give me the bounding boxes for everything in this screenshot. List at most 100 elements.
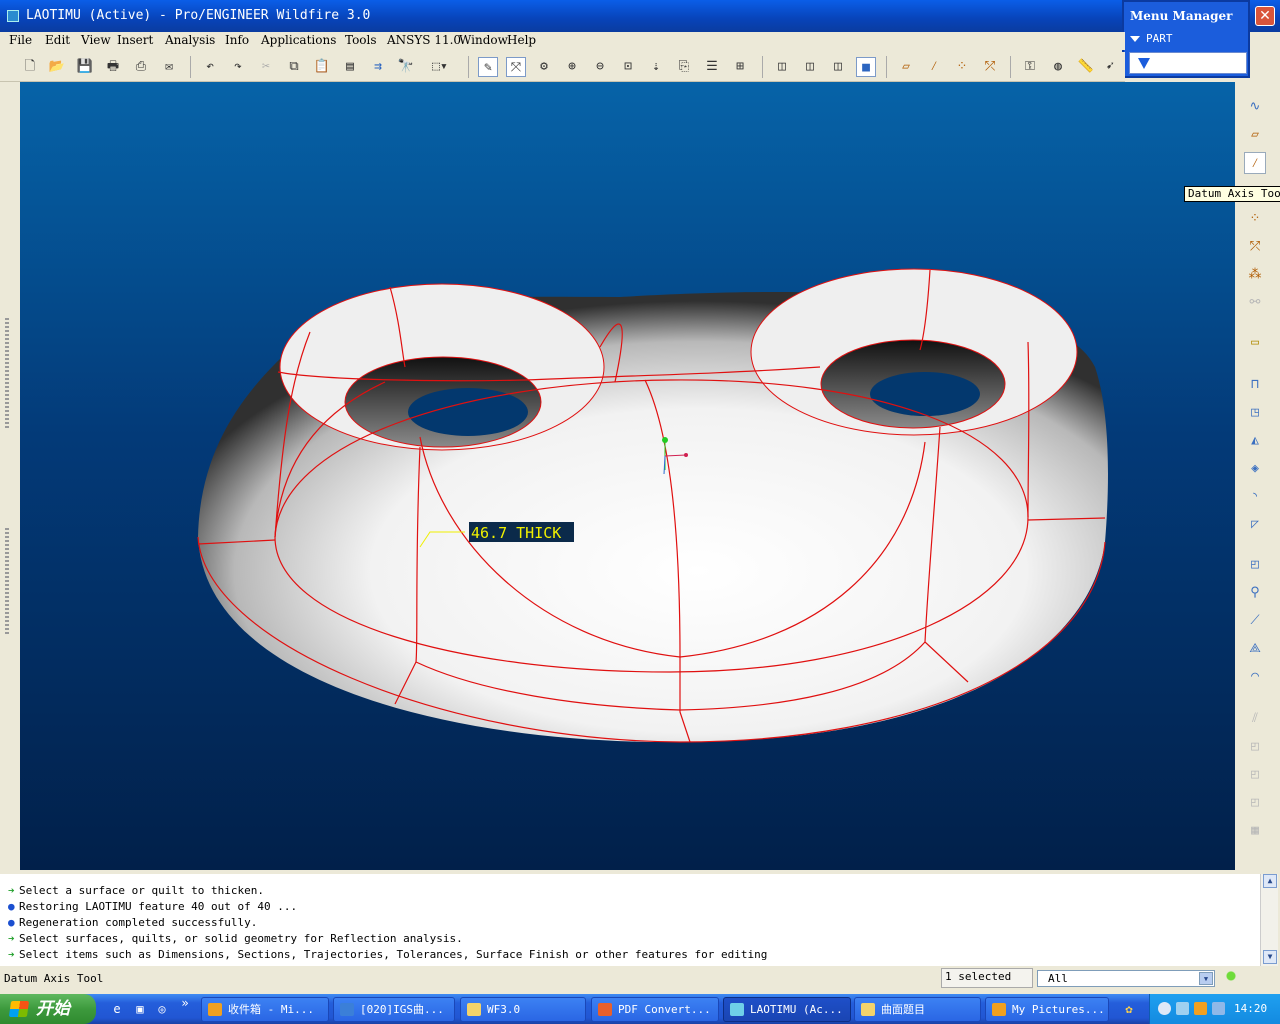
cut-icon[interactable]: ✂ — [256, 57, 276, 77]
taskbar-item-pdf[interactable]: PDF Convert... — [591, 997, 719, 1022]
merge-icon[interactable]: ◰ — [1244, 736, 1266, 758]
taskbar-item-igs[interactable]: [020]IGS曲... — [333, 997, 455, 1022]
window-title: LAOTIMU (Active) - Pro/ENGINEER Wildfire… — [26, 8, 371, 23]
taskbar-item-laotimu[interactable]: LAOTIMU (Ac... — [723, 997, 851, 1022]
datum-plane-icon[interactable]: ▱ — [1244, 124, 1266, 146]
thick-annotation[interactable]: 46.7 THICK — [471, 524, 561, 542]
menu-manager-empty-box[interactable] — [1129, 52, 1247, 74]
pointer-icon[interactable]: ➹ — [1100, 57, 1120, 77]
trim-icon[interactable]: ◰ — [1244, 764, 1266, 786]
print-icon[interactable]: 🖶 — [103, 57, 123, 77]
zoom-in-icon[interactable]: ⊕ — [562, 57, 582, 77]
input-method-icon[interactable]: ✿ — [1120, 1000, 1138, 1018]
model-tree-icon[interactable]: ⊞ — [730, 57, 750, 77]
offset-icon[interactable]: ▦ — [1244, 820, 1266, 842]
menu-manager-part-item[interactable]: PART — [1130, 32, 1173, 45]
analysis-icon[interactable]: ◍ — [1048, 57, 1068, 77]
menu-view[interactable]: View — [81, 33, 111, 47]
open-icon[interactable]: 📂 — [47, 57, 67, 77]
model-check-icon[interactable]: ⚿ — [1020, 57, 1040, 77]
close-button[interactable]: ✕ — [1255, 6, 1275, 26]
repaint-icon[interactable]: ✎ — [478, 57, 498, 77]
graphics-viewport[interactable]: 46.7 THICK — [20, 82, 1235, 870]
outlook-icon[interactable]: ◎ — [153, 1000, 171, 1018]
menu-tools[interactable]: Tools — [345, 33, 377, 47]
csys-display-icon[interactable]: ⤱ — [980, 57, 1000, 77]
menu-file[interactable]: File — [9, 33, 32, 47]
pattern-icon[interactable]: ◠ — [1244, 666, 1266, 688]
reorient-icon[interactable]: ⇣ — [646, 57, 666, 77]
no-hidden-icon[interactable]: ◫ — [828, 57, 848, 77]
layers-icon[interactable]: ☰ — [702, 57, 722, 77]
tray-back-icon[interactable] — [1158, 1002, 1171, 1015]
dropdown-arrow-icon[interactable]: ▼ — [1199, 972, 1213, 985]
menu-ansys[interactable]: ANSYS 11.0 — [387, 33, 461, 47]
shell-icon[interactable]: ⚲ — [1244, 582, 1266, 604]
mirror-icon[interactable]: ⫽ — [1244, 708, 1266, 730]
rib-icon[interactable]: ⟋ — [1244, 610, 1266, 632]
start-button[interactable]: 开始 — [0, 994, 96, 1024]
sketch-curve-icon[interactable]: ∿ — [1244, 96, 1266, 118]
paste-icon[interactable]: 📋 — [312, 57, 332, 77]
variable-sweep-icon[interactable]: ◭ — [1244, 430, 1266, 452]
copy-icon[interactable]: ⧉ — [284, 57, 304, 77]
datum-axis-icon[interactable]: ⁄ — [1244, 152, 1266, 174]
new-icon[interactable]: 🗋 — [20, 57, 40, 77]
more-chevron[interactable]: » — [176, 994, 194, 1012]
menu-info[interactable]: Info — [225, 33, 249, 47]
tray-outlook-icon[interactable] — [1194, 1002, 1207, 1015]
chamfer-icon[interactable]: ◸ — [1244, 514, 1266, 536]
taskbar-item-folder[interactable]: 曲面题目 — [854, 997, 981, 1022]
draft-icon[interactable]: ⟁ — [1244, 638, 1266, 660]
view-manager-icon[interactable]: ⎘ — [674, 57, 694, 77]
scroll-up-icon[interactable]: ▲ — [1263, 874, 1277, 888]
point-display-icon[interactable]: ⁘ — [952, 57, 972, 77]
tray-app-icon[interactable] — [1212, 1002, 1225, 1015]
datum-plane-display-icon[interactable]: ▱ — [896, 57, 916, 77]
menu-window[interactable]: Window — [459, 33, 508, 47]
find-icon[interactable]: 🔭 — [396, 57, 416, 77]
menu-insert[interactable]: Insert — [117, 33, 153, 47]
taskbar-item-inbox[interactable]: 收件箱 - Mi... — [201, 997, 329, 1022]
menu-edit[interactable]: Edit — [45, 33, 70, 47]
blend-icon[interactable]: ◈ — [1244, 458, 1266, 480]
spin-center-icon[interactable]: ⤧ — [506, 57, 526, 77]
csys-icon[interactable]: ⤱ — [1244, 236, 1266, 258]
selection-box-icon[interactable]: ⬚▾ — [425, 57, 455, 77]
save-icon[interactable]: 💾 — [75, 57, 95, 77]
extend-icon[interactable]: ◰ — [1244, 792, 1266, 814]
selection-filter[interactable]: All ▼ — [1037, 970, 1215, 987]
menu-applications[interactable]: Applications — [261, 33, 336, 47]
undo-icon[interactable]: ↶ — [200, 57, 220, 77]
round-icon[interactable]: ◝ — [1244, 486, 1266, 508]
send-icon[interactable]: ✉ — [159, 57, 179, 77]
message-scrollbar[interactable]: ▲ ▼ — [1260, 874, 1278, 966]
ie-icon[interactable]: e — [108, 1000, 126, 1018]
taskbar-item-pictures[interactable]: My Pictures... — [985, 997, 1109, 1022]
datum-axis-display-icon[interactable]: ⁄ — [924, 57, 944, 77]
shading-icon[interactable]: ■ — [856, 57, 876, 77]
wireframe-icon[interactable]: ◫ — [772, 57, 792, 77]
extrude-icon[interactable]: ⊓ — [1244, 374, 1266, 396]
print-preview-icon[interactable]: ⎙ — [131, 57, 151, 77]
hidden-line-icon[interactable]: ◫ — [800, 57, 820, 77]
measure-icon[interactable]: 📏 — [1076, 57, 1096, 77]
redo-icon[interactable]: ↷ — [228, 57, 248, 77]
pdf-icon[interactable]: ▣ — [131, 1000, 149, 1018]
taskbar-item-wf3[interactable]: WF3.0 — [460, 997, 586, 1022]
paste-special-icon[interactable]: ▤ — [340, 57, 360, 77]
zoom-out-icon[interactable]: ⊖ — [590, 57, 610, 77]
tray-network-icon[interactable] — [1176, 1002, 1189, 1015]
datum-point-icon[interactable]: ⁘ — [1244, 208, 1266, 230]
menu-help[interactable]: Help — [507, 33, 536, 47]
sketch-tool-icon[interactable]: ▭ — [1244, 332, 1266, 354]
analysis-feature-icon[interactable]: ⚯ — [1244, 292, 1266, 314]
point-offset-icon[interactable]: ⁂ — [1244, 264, 1266, 286]
refit-icon[interactable]: ⊡ — [618, 57, 638, 77]
hole-icon[interactable]: ◰ — [1244, 554, 1266, 576]
revolve-icon[interactable]: ◳ — [1244, 402, 1266, 424]
menu-analysis[interactable]: Analysis — [165, 33, 215, 47]
regenerate-icon[interactable]: ⇉ — [368, 57, 388, 77]
orient-icon[interactable]: ⚙ — [534, 57, 554, 77]
scroll-down-icon[interactable]: ▼ — [1263, 950, 1277, 964]
